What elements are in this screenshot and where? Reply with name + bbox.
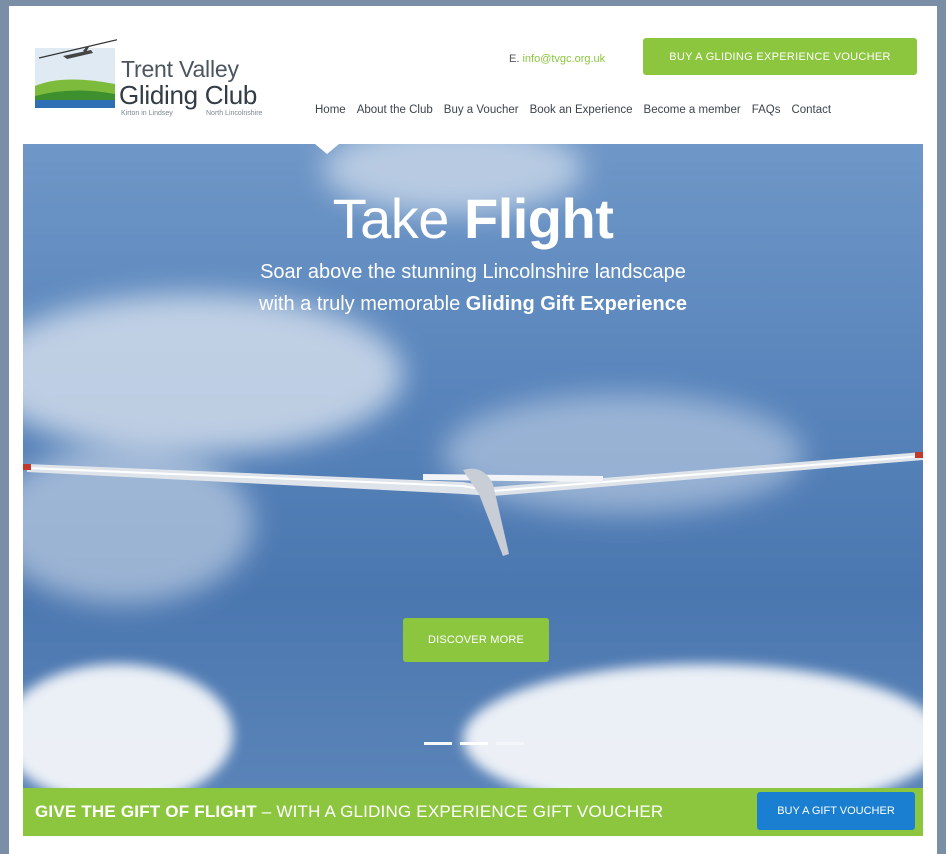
promo-rest-text: – WITH A GLIDING EXPERIENCE GIFT VOUCHER [256,802,664,821]
logo-location-left: Kirton in Lindsey [121,110,173,117]
buy-gift-voucher-button[interactable]: BUY A GIFT VOUCHER [757,792,915,830]
site-header: Trent Valley Gliding Club Kirton in Lind… [9,6,937,144]
email-label: E. [509,53,520,65]
nav-item-about[interactable]: About the Club [357,104,433,116]
logo-name-line1: Trent Valley [121,56,239,82]
active-nav-indicator [315,144,339,154]
gift-promo-bar: GIVE THE GIFT OF FLIGHT – WITH A GLIDING… [23,788,923,836]
slider-dot-1[interactable] [424,742,452,745]
glider-image [23,452,923,556]
browser-page: Trent Valley Gliding Club Kirton in Lind… [9,6,937,854]
contact-email: E. info@tvgc.org.uk [509,53,605,65]
promo-bold-text: GIVE THE GIFT OF FLIGHT [35,802,257,821]
email-link[interactable]: info@tvgc.org.uk [522,53,605,65]
nav-item-become-member[interactable]: Become a member [644,104,741,116]
buy-voucher-button[interactable]: BUY A GLIDING EXPERIENCE VOUCHER [643,38,917,75]
main-nav: Home About the Club Buy a Voucher Book a… [315,104,831,116]
logo-location-right: North Lincolnshire [206,110,263,117]
logo-name-line2: Gliding Club [119,80,258,110]
slider-dot-3[interactable] [496,742,524,745]
nav-item-home[interactable]: Home [315,104,346,116]
nav-item-faqs[interactable]: FAQs [752,104,781,116]
slider-dots [424,742,524,745]
nav-item-contact[interactable]: Contact [791,104,831,116]
glider-logo-icon [35,39,117,108]
nav-item-buy-voucher[interactable]: Buy a Voucher [444,104,519,116]
nav-item-book-experience[interactable]: Book an Experience [530,104,633,116]
promo-text: GIVE THE GIFT OF FLIGHT – WITH A GLIDING… [35,802,663,822]
discover-more-button[interactable]: DISCOVER MORE [403,618,549,662]
slider-dot-2[interactable] [460,742,488,745]
club-logo[interactable]: Trent Valley Gliding Club Kirton in Lind… [33,34,293,128]
hero-slider: Take Flight Soar above the stunning Linc… [23,144,923,788]
